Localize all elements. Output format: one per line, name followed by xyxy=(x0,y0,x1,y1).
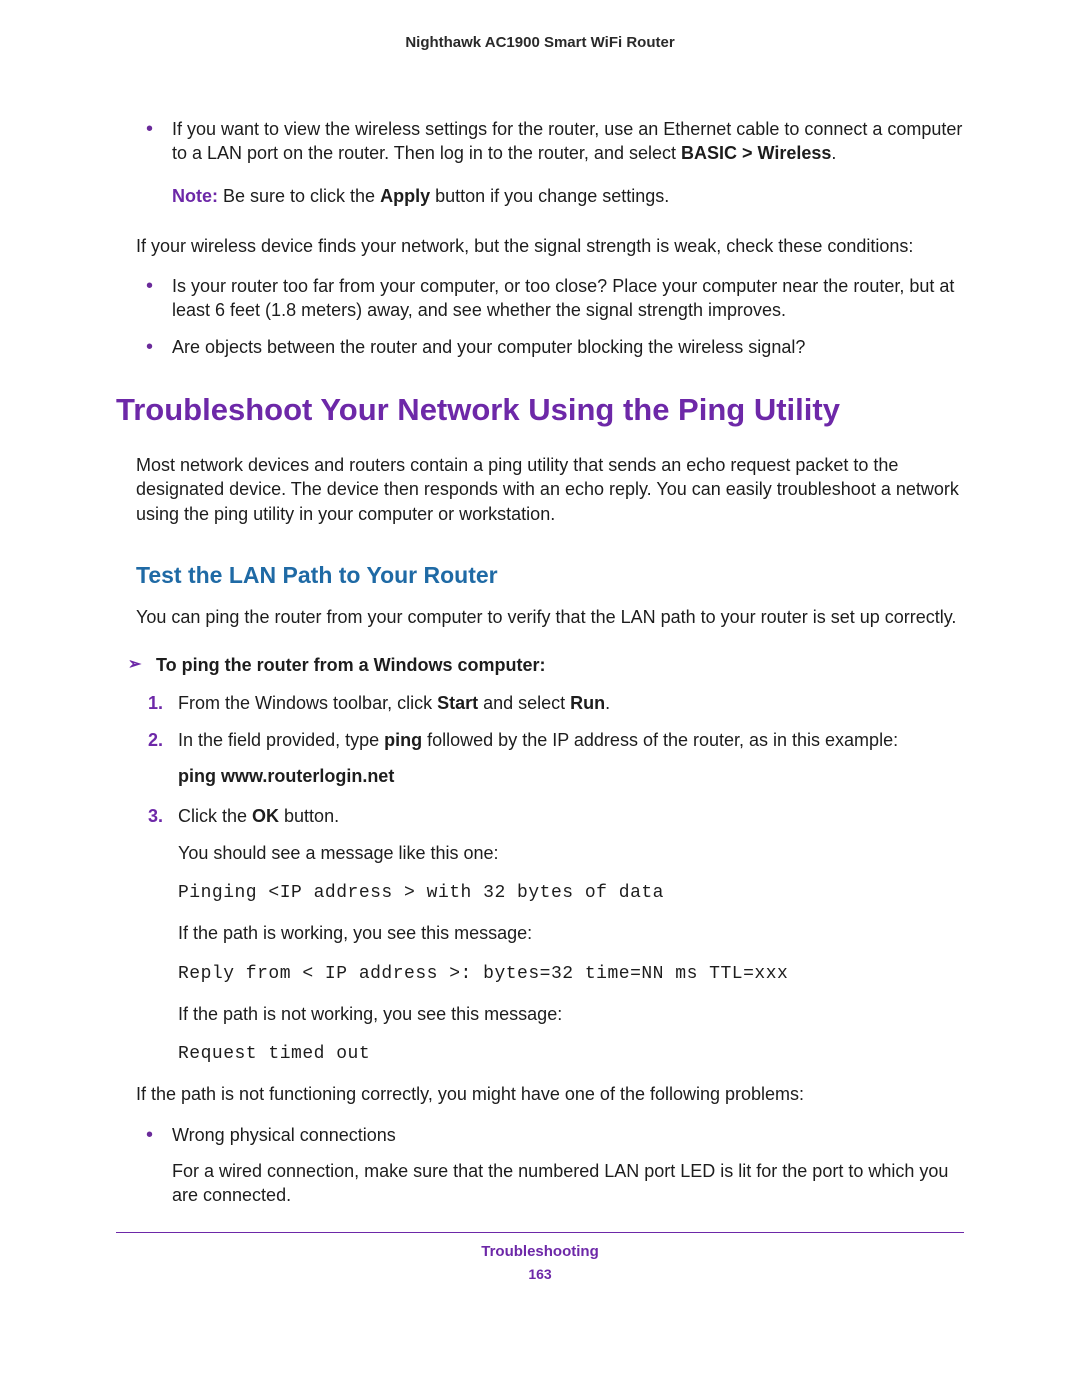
step3-post: button. xyxy=(279,806,339,826)
problem-bullet-list: Wrong physical connections For a wired c… xyxy=(116,1123,964,1208)
list-item: Is your router too far from your compute… xyxy=(116,274,964,323)
step1-b1: Start xyxy=(437,693,478,713)
document-content: If you want to view the wireless setting… xyxy=(116,117,964,1208)
step-item: Click the OK button. xyxy=(116,804,964,828)
step-list-cont: Click the OK button. xyxy=(116,804,964,828)
step2-post: followed by the IP address of the router… xyxy=(422,730,898,750)
step-list: From the Windows toolbar, click Start an… xyxy=(116,691,964,752)
step-item: In the field provided, type ping followe… xyxy=(116,728,964,752)
intro-bullet-text-post: . xyxy=(831,143,836,163)
problem-bullet-detail: For a wired connection, make sure that t… xyxy=(172,1159,964,1208)
signal-bullet-list: Is your router too far from your compute… xyxy=(116,274,964,359)
after-ok-text: You should see a message like this one: xyxy=(116,841,964,865)
mono-output-3: Request timed out xyxy=(116,1042,964,1066)
path-not-working-text: If the path is not working, you see this… xyxy=(116,1002,964,1026)
not-functioning-text: If the path is not functioning correctly… xyxy=(116,1082,964,1106)
intro-bullet-item: If you want to view the wireless setting… xyxy=(116,117,964,166)
note-line: Note: Be sure to click the Apply button … xyxy=(116,184,964,208)
document-footer: Troubleshooting 163 xyxy=(116,1243,964,1282)
mono-output-2: Reply from < IP address >: bytes=32 time… xyxy=(116,962,964,986)
section-body: Most network devices and routers contain… xyxy=(116,453,964,526)
subsection-heading: Test the LAN Path to Your Router xyxy=(116,560,964,591)
section-heading: Troubleshoot Your Network Using the Ping… xyxy=(116,389,964,431)
path-working-text: If the path is working, you see this mes… xyxy=(116,921,964,945)
document-header: Nighthawk AC1900 Smart WiFi Router xyxy=(116,34,964,51)
document-page: Nighthawk AC1900 Smart WiFi Router If yo… xyxy=(0,0,1080,1397)
weak-signal-intro: If your wireless device finds your netwo… xyxy=(116,234,964,258)
footer-divider xyxy=(116,1232,964,1233)
step2-pre: In the field provided, type xyxy=(178,730,384,750)
step-item: From the Windows toolbar, click Start an… xyxy=(116,691,964,715)
note-pre: Be sure to click the xyxy=(218,186,380,206)
problem-bullet-title: Wrong physical connections xyxy=(172,1123,964,1147)
footer-page-number: 163 xyxy=(116,1266,964,1282)
note-label: Note: xyxy=(172,186,218,206)
step1-mid: and select xyxy=(478,693,570,713)
step2-b1: ping xyxy=(384,730,422,750)
intro-bullet-text-pre: If you want to view the wireless setting… xyxy=(172,119,962,163)
task-heading: To ping the router from a Windows comput… xyxy=(116,653,964,677)
list-item: Wrong physical connections For a wired c… xyxy=(116,1123,964,1208)
step1-pre: From the Windows toolbar, click xyxy=(178,693,437,713)
step1-post: . xyxy=(605,693,610,713)
note-bold: Apply xyxy=(380,186,430,206)
intro-bullet-list: If you want to view the wireless setting… xyxy=(116,117,964,166)
mono-output-1: Pinging <IP address > with 32 bytes of d… xyxy=(116,881,964,905)
step3-b1: OK xyxy=(252,806,279,826)
note-post: button if you change settings. xyxy=(430,186,669,206)
footer-section-title: Troubleshooting xyxy=(116,1243,964,1260)
step1-b2: Run xyxy=(570,693,605,713)
step3-pre: Click the xyxy=(178,806,252,826)
ping-command: ping www.routerlogin.net xyxy=(116,764,964,788)
subsection-body: You can ping the router from your comput… xyxy=(116,605,964,629)
list-item: Are objects between the router and your … xyxy=(116,335,964,359)
intro-bullet-bold: BASIC > Wireless xyxy=(681,143,831,163)
